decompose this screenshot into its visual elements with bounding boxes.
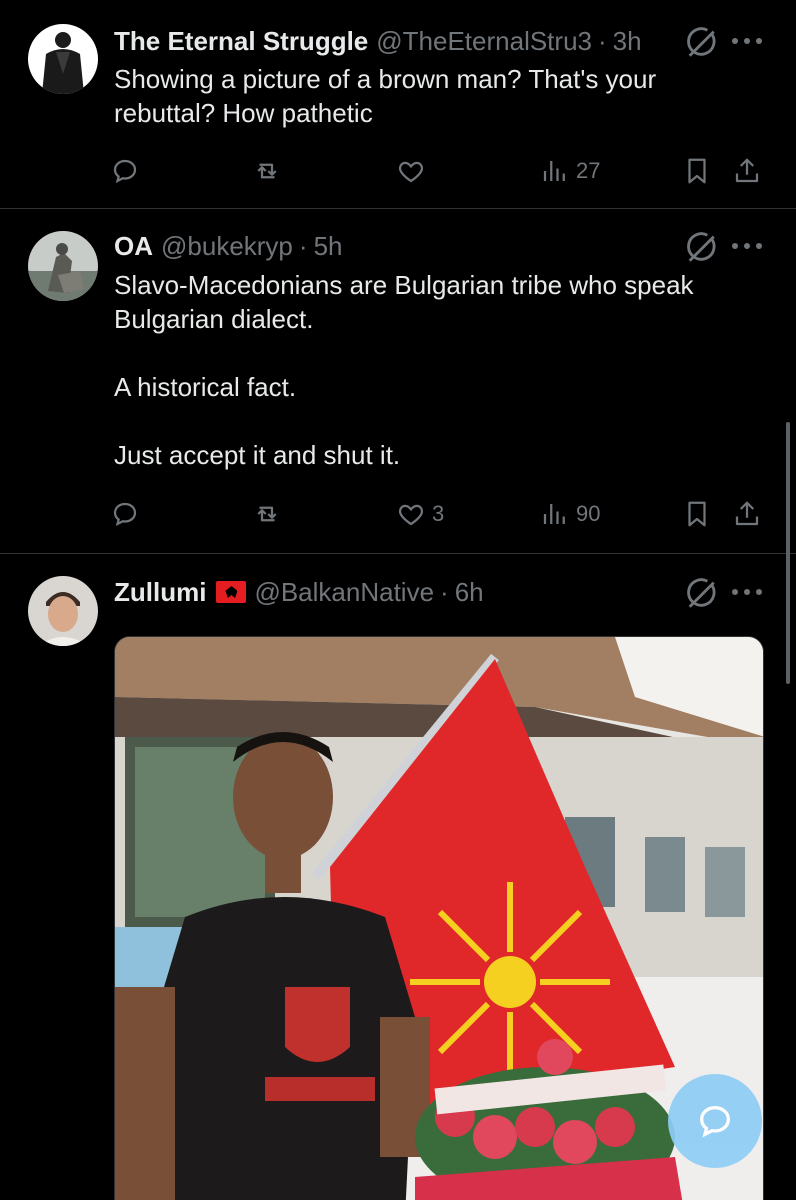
like-icon [396,156,426,186]
like-button[interactable] [396,156,426,186]
bookmark-icon [682,499,712,529]
display-name[interactable]: The Eternal Struggle [114,25,368,57]
user-handle[interactable]: @BalkanNative [254,576,434,608]
likes-count: 3 [432,501,445,526]
grok-icon[interactable] [684,231,718,265]
views-icon [540,156,570,186]
bookmark-button[interactable] [682,156,712,186]
separator: · [597,26,607,56]
share-icon [732,499,762,529]
display-name[interactable]: Zullumi [114,576,206,608]
views-icon [540,499,570,529]
more-icon[interactable] [732,589,762,599]
retweet-icon [252,499,282,529]
scrollbar[interactable] [786,422,790,684]
tweet-header: OA @bukekryp · 5h [114,230,756,262]
separator: · [440,577,449,607]
share-button[interactable] [732,499,762,529]
retweet-button[interactable] [252,156,282,186]
share-icon [732,156,762,186]
bookmark-button[interactable] [682,499,712,529]
tweet-2[interactable]: OA @bukekryp · 5h Slavo-Macedonians are … [0,209,796,553]
more-icon[interactable] [732,38,762,48]
tweet-text: Showing a picture of a brown man? That's… [114,64,657,128]
share-button[interactable] [732,156,762,186]
timestamp[interactable]: 3h [613,25,642,57]
retweet-icon [252,156,282,186]
retweet-button[interactable] [252,499,282,529]
tweet-header: The Eternal Struggle @TheEternalStru3 · … [114,25,756,57]
albania-flag-icon [216,581,247,603]
action-bar: 27 [110,156,770,190]
timestamp[interactable]: 6h [455,576,484,608]
avatar[interactable] [28,576,98,646]
views-button[interactable]: 90 [540,499,600,529]
like-icon [396,499,426,529]
separator: · [298,231,308,261]
reply-icon [110,499,140,529]
display-name[interactable]: OA [114,230,153,262]
reply-icon [110,156,140,186]
user-handle[interactable]: @bukekryp [161,230,293,262]
grok-icon[interactable] [684,577,718,611]
views-button[interactable]: 27 [540,156,600,186]
grok-icon[interactable] [684,26,718,60]
user-handle[interactable]: @TheEternalStru3 [376,25,592,57]
tweet-text: Slavo-Macedonians are Bulgarian tribe wh… [114,270,694,470]
views-count: 27 [576,158,601,183]
more-icon[interactable] [732,243,762,253]
like-button[interactable]: 3 [396,499,444,529]
tweet-media-photo[interactable] [114,636,764,1200]
timestamp[interactable]: 5h [314,230,343,262]
action-bar: 3 90 [110,499,770,533]
compose-button[interactable] [668,1074,762,1168]
reply-button[interactable] [110,156,140,186]
reply-button[interactable] [110,499,140,529]
avatar[interactable] [28,231,98,301]
tweet-header: Zullumi @BalkanNative · 6h [114,576,756,608]
compose-icon [699,1105,731,1138]
tweet-1[interactable]: The Eternal Struggle @TheEternalStru3 · … [0,0,796,208]
avatar[interactable] [28,24,98,94]
views-count: 90 [576,501,601,526]
bookmark-icon [682,156,712,186]
